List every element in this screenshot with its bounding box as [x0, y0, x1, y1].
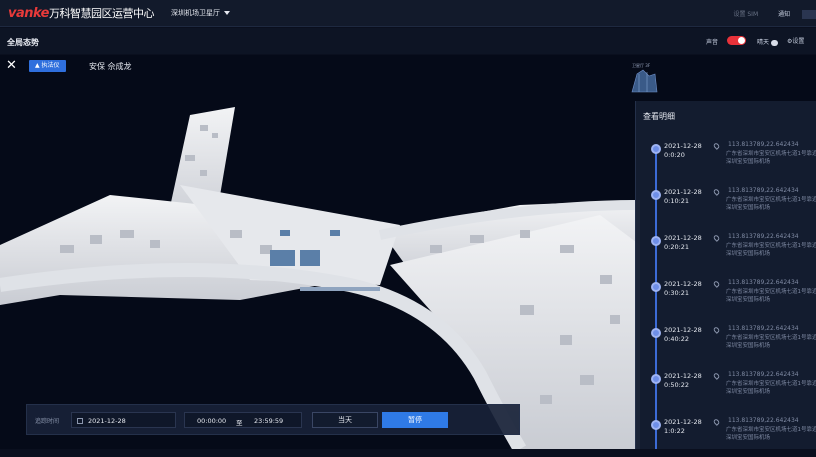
date-value: 2021-12-28: [88, 417, 126, 425]
timeline-coordinate: 113.813789,22.642434: [728, 187, 799, 194]
timeline-dot-icon: [651, 144, 661, 154]
avatar[interactable]: [802, 10, 816, 19]
weather-indicator: 晴天: [757, 37, 779, 46]
timeline-item[interactable]: 2021-12-28 0:20:21 113.813789,22.642434 广东…: [636, 233, 816, 273]
timeline-item[interactable]: 2021-12-28 0:10:21 113.813789,22.642434 广东…: [636, 187, 816, 227]
app-logo[interactable]: vanke万科智慧园区运营中心: [8, 5, 155, 21]
role-tag: ▲ 执法仪: [29, 60, 66, 72]
time-to: 23:59:59: [254, 417, 284, 425]
timeline-time: 2021-12-28 0:50:22: [664, 372, 702, 389]
timeline-address: 广东省深圳市宝安区机场七道1号靠近深圳宝安国际机场: [726, 151, 816, 165]
timeline-address: 广东省深圳市宝安区机场七道1号靠近深圳宝安国际机场: [726, 243, 816, 257]
timeline-time: 2021-12-28 0:40:22: [664, 326, 702, 343]
timeline-time: 2021-12-28 1:0:22: [664, 418, 702, 435]
timeline-dot-icon: [651, 236, 661, 246]
settings-label: 设置: [792, 38, 805, 45]
sub-bar: 全局态势 声音 晴天 ⚙设置: [0, 28, 816, 54]
settings-button[interactable]: ⚙设置: [787, 36, 804, 45]
timeline-item[interactable]: 2021-12-28 1:0:22 113.813789,22.642434 广东省…: [636, 417, 816, 457]
location-pin-icon: [712, 372, 721, 380]
time-separator: 至: [236, 419, 243, 427]
date-picker[interactable]: 2021-12-28: [71, 412, 176, 428]
sound-toggle[interactable]: [727, 36, 746, 45]
today-button[interactable]: 当天: [312, 412, 378, 428]
sim-settings-link[interactable]: 设置 SIM: [733, 11, 758, 18]
timeline-coordinate: 113.813789,22.642434: [728, 417, 799, 424]
location-pin-icon: [712, 280, 721, 288]
page-title: 全局态势: [7, 38, 39, 47]
notifications-link[interactable]: 通知: [778, 11, 790, 18]
timeline-time: 2021-12-28 0:0:20: [664, 142, 702, 159]
top-bar: vanke万科智慧园区运营中心 深圳机场卫星厅 设置 SIM 通知: [0, 0, 816, 27]
timeline-time: 2021-12-28 0:10:21: [664, 188, 702, 205]
timeline-item[interactable]: 2021-12-28 0:40:22 113.813789,22.642434 广东…: [636, 325, 816, 365]
timeline-dot-icon: [651, 190, 661, 200]
timeline-address: 广东省深圳市宝安区机场七道1号靠近深圳宝安国际机场: [726, 427, 816, 441]
detail-panel: 查看明细 2021-12-28 0:0:20 113.813789,22.6424…: [635, 101, 816, 449]
timeline-coordinate: 113.813789,22.642434: [728, 279, 799, 286]
timeline-coordinate: 113.813789,22.642434: [728, 371, 799, 378]
playback-controls: 追踪时间 2021-12-28 00:00:00 至 23:59:59 当天 暂…: [26, 404, 520, 435]
panel-title: 查看明细: [643, 112, 675, 121]
timeline-coordinate: 113.813789,22.642434: [728, 325, 799, 332]
timeline-coordinate: 113.813789,22.642434: [728, 233, 799, 240]
brand-wordmark: vanke: [8, 6, 50, 21]
time-range-picker[interactable]: 00:00:00 至 23:59:59: [184, 412, 302, 428]
timeline-coordinate: 113.813789,22.642434: [728, 141, 799, 148]
timeline-dot-icon: [651, 282, 661, 292]
chevron-down-icon: [224, 11, 230, 15]
timeline-item[interactable]: 2021-12-28 0:0:20 113.813789,22.642434 广东省…: [636, 141, 816, 181]
location-pin-icon: [712, 234, 721, 242]
timeline-item[interactable]: 2021-12-28 0:30:21 113.813789,22.642434 广东…: [636, 279, 816, 319]
timeline-dot-icon: [651, 374, 661, 384]
pause-button[interactable]: 暂停: [382, 412, 448, 428]
timeline-address: 广东省深圳市宝安区机场七道1号靠近深圳宝安国际机场: [726, 289, 816, 303]
location-pin-icon: [712, 326, 721, 334]
timeline-address: 广东省深圳市宝安区机场七道1号靠近深圳宝安国际机场: [726, 335, 816, 349]
weather-label: 晴天: [757, 39, 770, 46]
location-pin-icon: [712, 142, 721, 150]
close-icon[interactable]: ✕: [6, 59, 17, 72]
site-selector[interactable]: 深圳机场卫星厅: [171, 8, 230, 18]
cloud-icon: [771, 39, 779, 46]
role-tag-label: 执法仪: [41, 62, 60, 69]
site-selector-value: 深圳机场卫星厅: [171, 9, 220, 17]
sound-label: 声音: [706, 39, 719, 46]
timeline-address: 广东省深圳市宝安区机场七道1号靠近深圳宝安国际机场: [726, 197, 816, 211]
timeline-time: 2021-12-28 0:20:21: [664, 234, 702, 251]
time-from: 00:00:00: [197, 417, 227, 425]
app-title: 万科智慧园区运营中心: [49, 7, 155, 20]
calendar-icon: [77, 418, 83, 424]
minimap-label: 卫星厅 3F: [632, 63, 651, 68]
location-pin-icon: [712, 188, 721, 196]
timeline-item[interactable]: 2021-12-28 0:50:22 113.813789,22.642434 广东…: [636, 371, 816, 411]
person-name: 安保 佘成龙: [89, 62, 132, 71]
track-time-label: 追踪时间: [35, 418, 60, 425]
timeline-address: 广东省深圳市宝安区机场七道1号靠近深圳宝安国际机场: [726, 381, 816, 395]
top-right-menu: 设置 SIM 通知: [715, 9, 816, 19]
timeline-dot-icon: [651, 420, 661, 430]
timeline-dot-icon: [651, 328, 661, 338]
timeline-time: 2021-12-28 0:30:21: [664, 280, 702, 297]
location-pin-icon: [712, 418, 721, 426]
